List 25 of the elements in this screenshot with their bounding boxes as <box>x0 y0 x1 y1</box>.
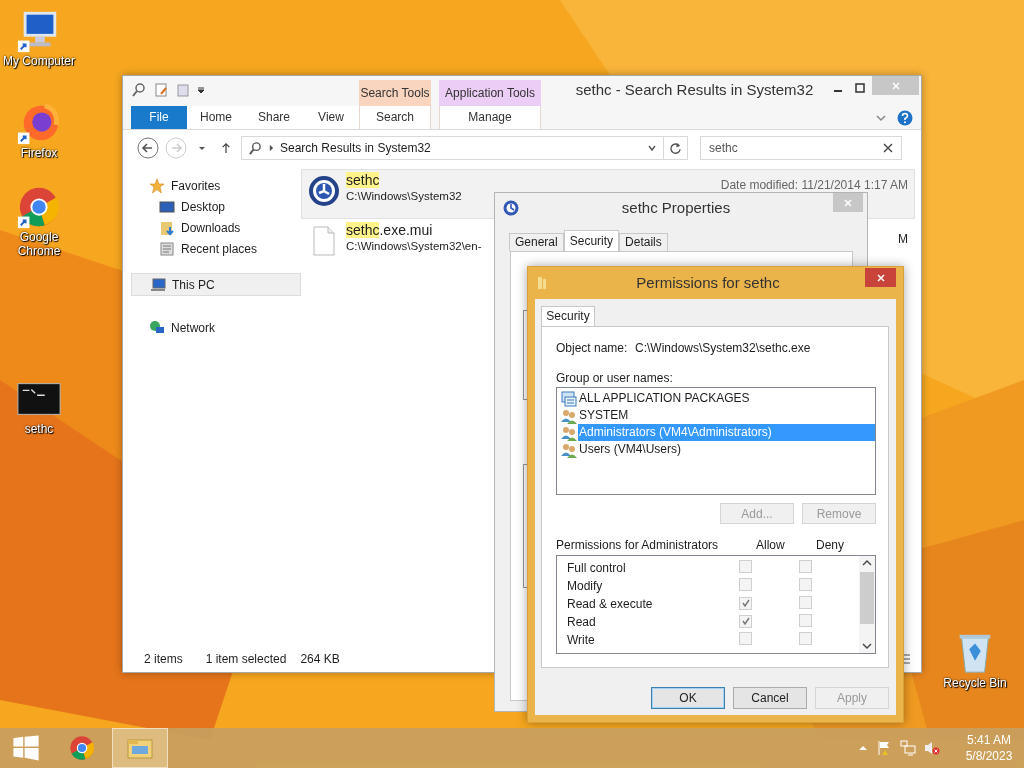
file-name: sethc <box>346 172 381 188</box>
context-tab-group: Application Tools <box>439 80 541 106</box>
permission-name: Full control <box>567 561 627 575</box>
status-text: 1 item selected <box>205 652 287 666</box>
field-label: Permissions for Administrators <box>556 538 720 552</box>
permission-name: Write <box>567 633 596 647</box>
file-name: sethc.exe.mui <box>346 222 434 238</box>
status-text: 264 KB <box>300 652 340 666</box>
permission-name: Read & execute <box>567 597 654 611</box>
column-header: Allow <box>756 538 786 552</box>
status-text: 2 items <box>144 652 183 666</box>
field-label: Object name: <box>556 341 629 355</box>
column-header: Deny <box>816 538 845 552</box>
file-path: C:\Windows\System32\en- <box>346 240 482 252</box>
file-date: Date modified: 11/21/2014 1:17 AM <box>720 178 908 192</box>
dialog-title: sethc Properties <box>620 198 732 218</box>
window-title: sethc - Search Results in System32 <box>574 80 815 100</box>
field-label: Group or user names: <box>556 371 674 385</box>
file-date: M <box>898 232 908 246</box>
context-tab-group: Search Tools <box>359 80 431 106</box>
object-name: C:\Windows\System32\sethc.exe <box>635 341 811 355</box>
dialog-title: Permissions for sethc <box>635 273 781 293</box>
permission-name: Modify <box>567 579 604 593</box>
file-path: C:\Windows\System32 <box>346 190 462 202</box>
permission-name: Read <box>567 615 597 629</box>
